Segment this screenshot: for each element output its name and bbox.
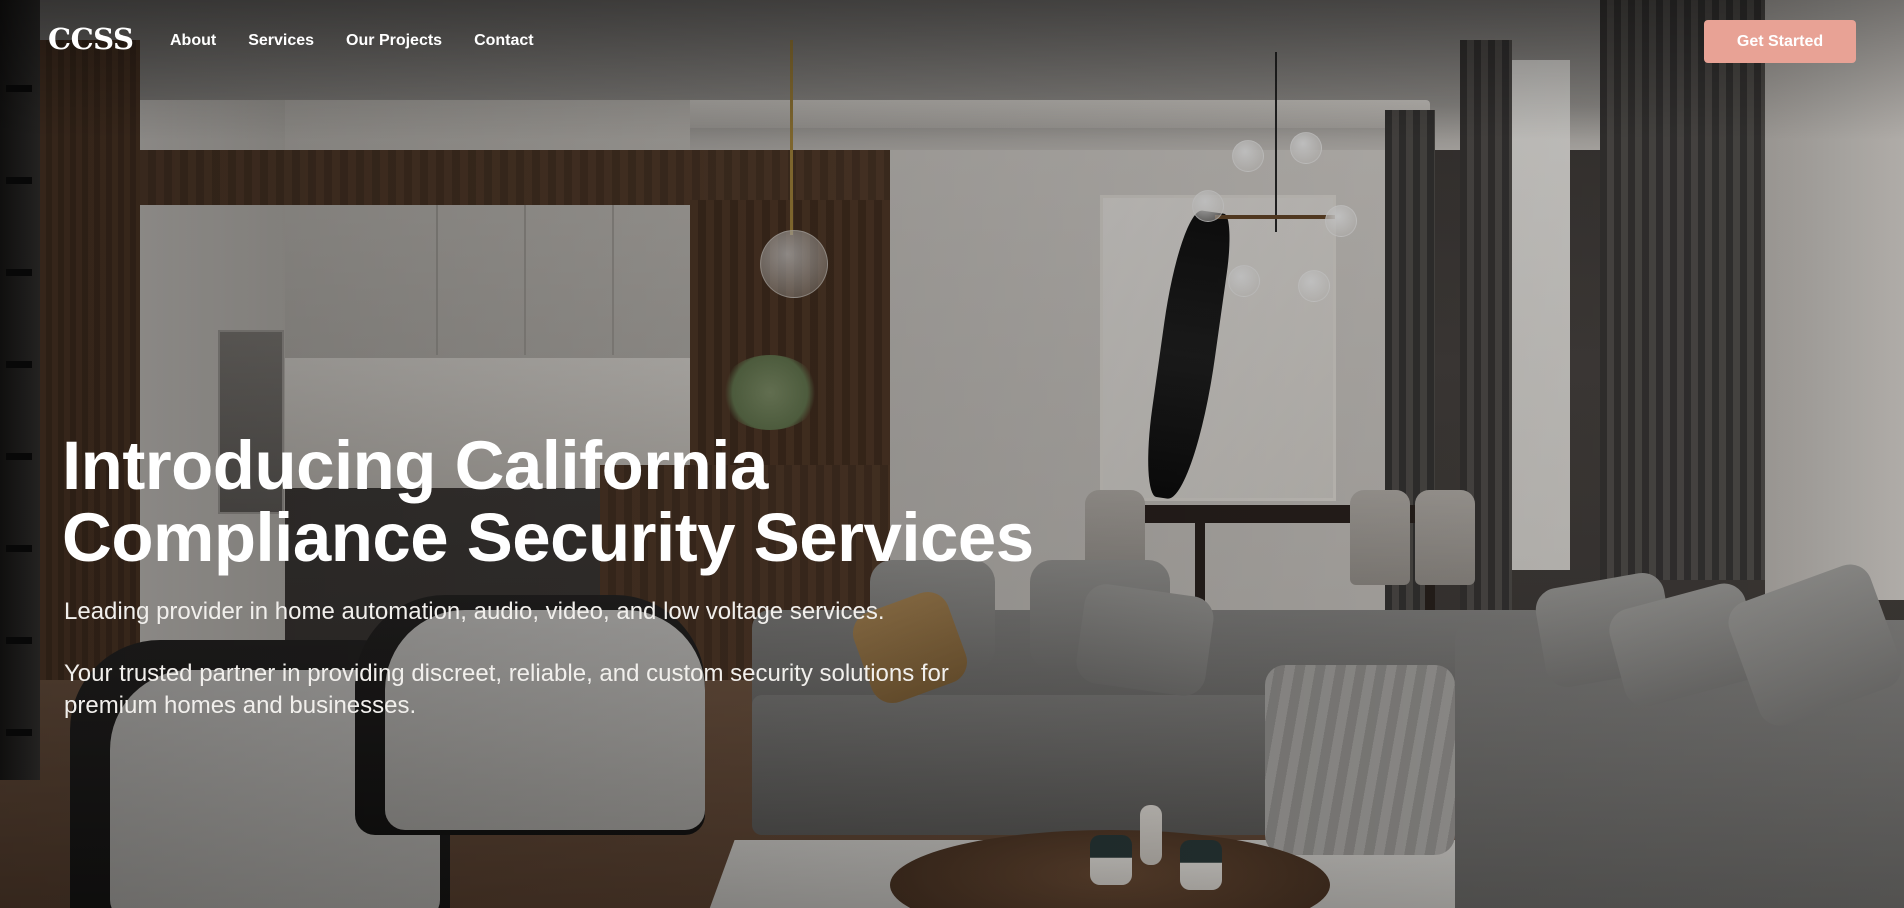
- site-logo[interactable]: CCSS: [48, 22, 134, 56]
- hero-subtitle: Leading provider in home automation, aud…: [64, 598, 885, 625]
- hero-section: CCSS About Services Our Projects Contact…: [0, 0, 1904, 908]
- main-nav: About Services Our Projects Contact: [170, 32, 534, 50]
- hero-content: Introducing California Compliance Securi…: [62, 430, 1122, 722]
- hero-title: Introducing California Compliance Securi…: [62, 430, 1122, 574]
- nav-link-our-projects[interactable]: Our Projects: [346, 32, 442, 50]
- hero-description: Your trusted partner in providing discre…: [64, 660, 949, 719]
- nav-link-contact[interactable]: Contact: [474, 32, 534, 50]
- site-header: CCSS About Services Our Projects Contact…: [0, 0, 1904, 84]
- hero-title-line-1: Introducing California: [62, 427, 768, 504]
- nav-link-services[interactable]: Services: [248, 32, 314, 50]
- nav-link-about[interactable]: About: [170, 32, 216, 50]
- hero-title-line-2: Compliance Security Services: [62, 499, 1034, 576]
- get-started-button[interactable]: Get Started: [1704, 20, 1856, 63]
